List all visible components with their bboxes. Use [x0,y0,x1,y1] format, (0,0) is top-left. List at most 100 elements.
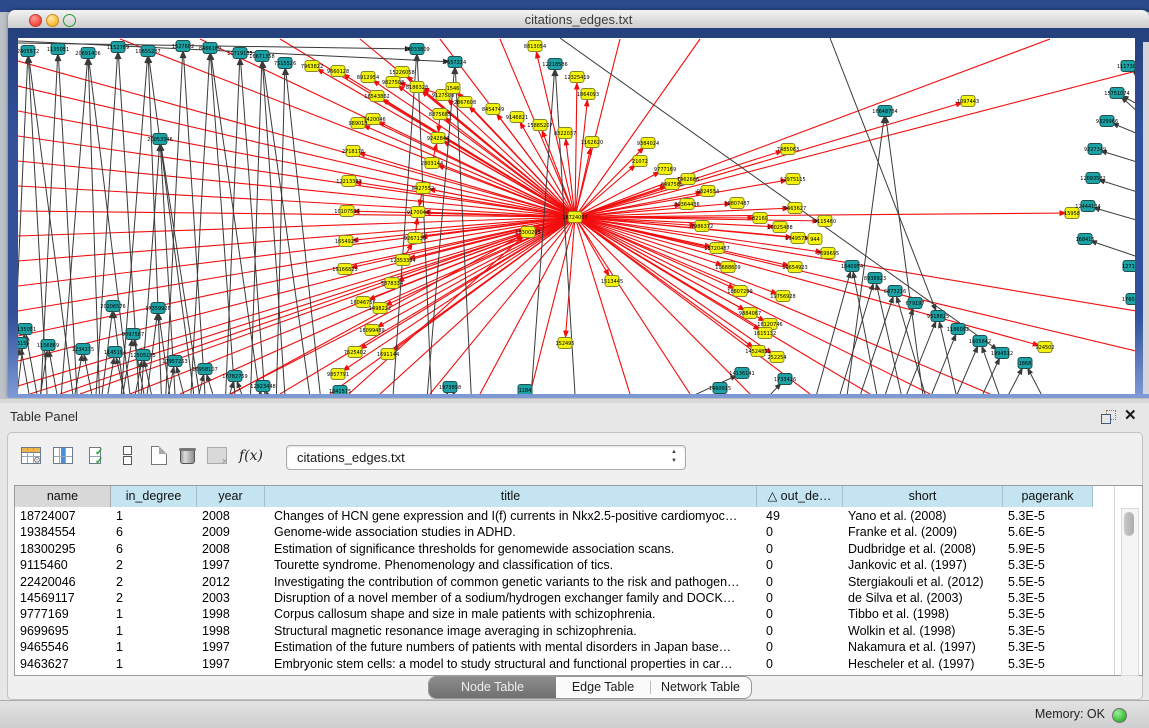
scrollbar-thumb[interactable] [1124,512,1134,536]
table-row[interactable]: 946554611997Estimation of the future num… [15,639,1107,655]
table-cell[interactable]: 2008 [197,508,265,524]
graph-edge[interactable] [276,63,285,394]
table-cell[interactable]: Tibbo et al. (1998) [843,606,1003,622]
table-cell[interactable]: 2003 [197,590,265,606]
table-cell[interactable]: 9777169 [15,606,111,622]
table-cell[interactable]: 5.9E-5 [1003,541,1093,557]
graph-edge[interactable] [225,53,240,394]
table-row[interactable]: 1938455462009Genome-wide association stu… [15,524,1107,540]
table-cell[interactable]: 0 [757,623,843,639]
graph-edge[interactable] [72,349,83,394]
table-cell[interactable]: 9465546 [15,639,111,655]
graph-edge-red[interactable] [575,217,630,394]
table-cell[interactable]: 0 [757,656,843,672]
table-cell[interactable]: 5.5E-5 [1003,574,1093,590]
table-cell[interactable]: Disruption of a novel member of a sodium… [265,590,757,606]
graph-edge-red[interactable] [575,217,765,333]
table-cell[interactable]: 22420046 [15,574,111,590]
table-cell[interactable]: 2 [111,574,197,590]
graph-edge[interactable] [855,291,895,394]
graph-edge-red[interactable] [18,217,575,236]
table-cell[interactable]: 1997 [197,656,265,672]
function-builder-button[interactable]: f(x) [238,443,264,469]
graph-edge[interactable] [20,343,32,394]
table-cell[interactable]: Structural magnetic resonance image aver… [265,623,757,639]
table-cell[interactable]: Estimation of significance thresholds fo… [265,541,757,557]
table-cell[interactable]: 5.3E-5 [1003,623,1093,639]
table-row[interactable]: 911546021997Tourette syndrome. Phenomeno… [15,557,1107,573]
table-cell[interactable]: 9115460 [15,557,111,573]
table-cell[interactable]: 5.3E-5 [1003,508,1093,524]
table-cell[interactable]: 2012 [197,574,265,590]
table-cell[interactable]: 18300295 [15,541,111,557]
table-cell[interactable]: Dudbridge et al. (2008) [843,541,1003,557]
table-cell[interactable]: 2008 [197,541,265,557]
table-cell[interactable]: 5.3E-5 [1003,606,1093,622]
table-cell[interactable]: Estimation of the future numbers of pati… [265,639,757,655]
table-cell[interactable]: 5.3E-5 [1003,590,1093,606]
table-cell[interactable]: 9699695 [15,623,111,639]
table-cell[interactable]: 1 [111,639,197,655]
table-cell[interactable]: 49 [757,508,843,524]
create-table-button[interactable] [146,443,172,469]
graph-edge[interactable] [210,48,262,394]
graph-edge-red[interactable] [432,163,575,217]
graph-edge[interactable] [118,47,140,394]
table-cell[interactable]: 1998 [197,606,265,622]
table-cell[interactable]: 0 [757,606,843,622]
graph-edge[interactable] [560,38,1002,353]
vertical-scrollbar[interactable] [1121,508,1139,676]
table-cell[interactable]: 1997 [197,639,265,655]
graph-edge[interactable] [120,51,148,394]
table-cell[interactable]: 0 [757,524,843,540]
column-header-name[interactable]: name [15,486,111,507]
network-window[interactable]: citations_edges.txt 18724007183002957963… [8,10,1149,398]
graph-edge[interactable] [190,48,210,394]
table-cell[interactable]: 5.3E-5 [1003,656,1093,672]
tab-edge-table[interactable]: Edge Table [556,677,650,698]
table-cell[interactable]: 9463627 [15,656,111,672]
table-cell[interactable]: de Silva et al. (2003) [843,590,1003,606]
table-cell[interactable]: Stergiakouli et al. (2012) [843,574,1003,590]
graph-edge-red[interactable] [575,217,930,394]
table-cell[interactable]: 1 [111,623,197,639]
column-header-outde[interactable]: △ out_de… [757,486,843,507]
table-row[interactable]: 977716911998Corpus callosum shape and si… [15,606,1107,622]
table-cell[interactable]: Embryonic stem cells: a model to study s… [265,656,757,672]
graph-edge[interactable] [880,303,915,394]
graph-edge[interactable] [95,47,118,394]
graph-edge-red[interactable] [575,39,700,217]
table-cell[interactable]: 19384554 [15,524,111,540]
table-cell[interactable]: 0 [757,590,843,606]
float-panel-icon[interactable] [1101,410,1115,423]
table-cell[interactable]: 5.3E-5 [1003,639,1093,655]
table-cell[interactable]: 0 [757,557,843,573]
table-selector-dropdown[interactable]: citations_edges.txt ▲▼ [286,445,686,470]
graph-edge[interactable] [262,56,312,394]
table-cell[interactable]: Nakamura et al. (1997) [843,639,1003,655]
memory-ok-indicator[interactable] [1112,708,1127,723]
window-titlebar[interactable]: citations_edges.txt [8,10,1149,29]
table-cell[interactable]: 5.6E-5 [1003,524,1093,540]
table-row[interactable]: 2242004622012Investigating the contribut… [15,574,1107,590]
table-cell[interactable]: Wolkin et al. (1998) [843,623,1003,639]
graph-edge[interactable] [845,111,885,394]
graph-edge[interactable] [975,353,1002,394]
tab-node-table[interactable]: Node Table [429,677,556,698]
graph-edge[interactable] [165,46,183,394]
select-columns-button[interactable]: ✓✓ [82,443,108,469]
spinner-arrows-icon[interactable]: ▲▼ [669,448,679,466]
table-cell[interactable]: 6 [111,524,197,540]
table-row[interactable]: 946362711997Embryonic stem cells: a mode… [15,656,1107,672]
close-panel-icon[interactable]: ✕ [1124,406,1137,424]
table-cell[interactable]: Yano et al. (2008) [843,508,1003,524]
table-cell[interactable]: Hescheler et al. (1997) [843,656,1003,672]
table-cell[interactable]: 14569117 [15,590,111,606]
table-cell[interactable]: 0 [757,541,843,557]
table-cell[interactable]: 0 [757,574,843,590]
graph-edge-red[interactable] [575,217,990,394]
table-row[interactable]: 1456911722003Disruption of a novel membe… [15,590,1107,606]
table-cell[interactable]: 1 [111,656,197,672]
network-canvas[interactable]: 1872400718300295796382296601288912954165… [18,38,1135,394]
column-header-title[interactable]: title [265,486,757,507]
